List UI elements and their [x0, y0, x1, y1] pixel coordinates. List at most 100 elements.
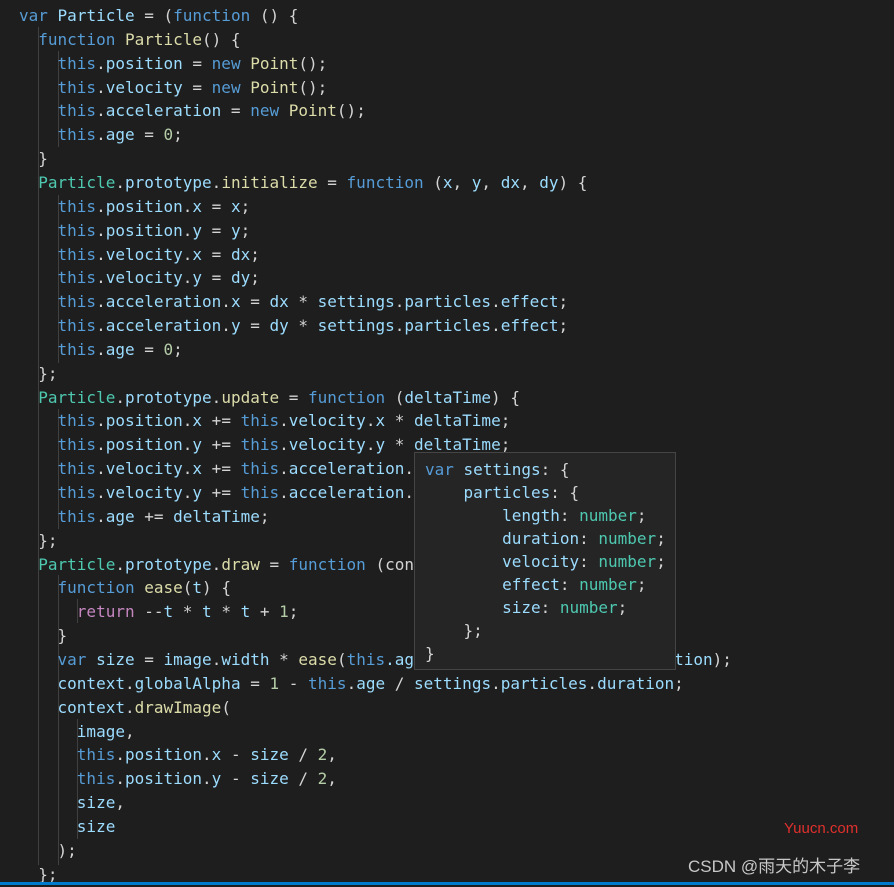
code-line[interactable]: this.velocity.x = dx;: [19, 243, 260, 267]
code-line[interactable]: image,: [19, 720, 135, 744]
code-line[interactable]: particles: {: [425, 481, 580, 504]
code-token: globalAlpha: [134, 673, 241, 693]
code-line[interactable]: this.position.x = x;: [19, 195, 251, 219]
code-token: *: [288, 316, 318, 336]
code-line[interactable]: this.position.y = y;: [19, 219, 251, 243]
code-line[interactable]: length: number;: [425, 504, 647, 527]
code-token: /: [385, 673, 415, 693]
code-token: :: [540, 598, 560, 617]
code-line[interactable]: Particle.prototype.draw = function (con: [19, 553, 414, 577]
code-line[interactable]: var settings: {: [425, 458, 570, 481]
code-line[interactable]: };: [19, 362, 57, 386]
code-token: +=: [134, 506, 174, 526]
code-token: this: [76, 769, 116, 789]
code-line[interactable]: this.age += deltaTime;: [19, 505, 270, 529]
code-line[interactable]: size: number;: [425, 596, 627, 619]
code-token: };: [425, 621, 483, 640]
code-line[interactable]: this.position.y - size / 2,: [19, 767, 337, 791]
code-token: ;: [259, 506, 270, 526]
code-line[interactable]: }: [425, 642, 435, 665]
code-line[interactable]: Particle.prototype.update = function (de…: [19, 386, 520, 410]
code-line[interactable]: this.age = 0;: [19, 338, 183, 362]
code-token: position: [105, 220, 183, 240]
code-token: update: [221, 387, 280, 407]
code-token: .ag: [385, 649, 415, 669]
code-token: prototype: [124, 172, 212, 192]
code-token: t: [240, 602, 251, 622]
code-line[interactable]: function ease(t) {: [19, 576, 231, 600]
code-line[interactable]: return --t * t * t + 1;: [19, 600, 299, 624]
watermark-site: Yuucn.com: [784, 820, 859, 837]
code-token: this: [346, 649, 386, 669]
code-token: context: [57, 697, 125, 717]
code-line[interactable]: this.age = 0;: [19, 123, 183, 147]
code-token: y: [192, 220, 203, 240]
code-token: t: [163, 602, 174, 622]
code-token: --: [134, 602, 164, 622]
code-line[interactable]: context.drawImage(: [19, 696, 231, 720]
code-token: t: [202, 602, 212, 622]
code-token: ease: [298, 649, 337, 669]
code-editor[interactable]: var Particle = (function () { function P…: [0, 0, 894, 884]
code-token: .: [96, 483, 106, 502]
code-line[interactable]: this.velocity.x += this.acceleration.: [19, 457, 414, 481]
code-token: this: [57, 125, 97, 145]
code-line[interactable]: }: [19, 624, 68, 648]
code-token: Point: [250, 77, 299, 97]
code-token: x: [375, 411, 386, 431]
code-line[interactable]: this.velocity.y = dy;: [19, 266, 260, 290]
code-line[interactable]: this.position = new Point();: [19, 52, 328, 76]
code-token: return: [76, 602, 135, 622]
code-line[interactable]: context.globalAlpha = 1 - this.age / set…: [19, 672, 684, 696]
code-line[interactable]: );: [19, 839, 77, 863]
code-token: .: [96, 268, 106, 288]
code-token: +=: [202, 435, 241, 455]
code-token: ();: [298, 53, 328, 73]
code-token: };: [19, 530, 58, 550]
code-token: settings: [463, 460, 541, 479]
code-token: this: [57, 53, 97, 73]
code-line[interactable]: this.position.x - size / 2,: [19, 743, 337, 767]
code-token: this: [57, 244, 97, 264]
code-token: .: [182, 435, 193, 455]
code-token: ;: [173, 125, 183, 145]
code-token: .: [211, 387, 222, 407]
code-line[interactable]: this.acceleration = new Point();: [19, 99, 366, 123]
code-line[interactable]: this.acceleration.y = dy * settings.part…: [19, 314, 569, 338]
code-token: this: [57, 268, 97, 288]
code-line[interactable]: };: [19, 529, 58, 553]
code-line[interactable]: var Particle = (function () {: [19, 4, 298, 28]
code-token: =: [240, 292, 270, 312]
code-token: .: [279, 483, 289, 502]
code-token: acceleration: [105, 316, 222, 336]
code-line[interactable]: }: [19, 147, 48, 171]
code-token: =: [202, 220, 231, 240]
code-token: .: [96, 339, 106, 359]
code-line[interactable]: duration: number;: [425, 527, 666, 550]
code-line[interactable]: this.velocity = new Point();: [19, 76, 328, 100]
code-line[interactable]: effect: number;: [425, 573, 647, 596]
code-token: =: [202, 196, 231, 216]
code-token: .: [96, 244, 106, 264]
code-token: .: [491, 292, 501, 312]
code-token: ) {: [202, 578, 231, 598]
code-line[interactable]: function Particle() {: [19, 28, 240, 52]
code-line[interactable]: this.acceleration.x = dx * settings.part…: [19, 290, 569, 314]
code-token: number: [559, 598, 618, 617]
code-token: var: [425, 460, 454, 479]
code-line[interactable]: this.velocity.y += this.acceleration.: [19, 481, 414, 505]
code-token: ;: [617, 598, 628, 617]
code-line[interactable]: velocity: number;: [425, 550, 666, 573]
code-token: settings: [317, 292, 395, 312]
code-line[interactable]: };: [425, 619, 483, 642]
code-line[interactable]: size,: [19, 791, 125, 815]
code-line[interactable]: size: [19, 815, 116, 839]
code-token: velocity: [105, 244, 183, 264]
code-line[interactable]: this.position.x += this.velocity.x * del…: [19, 409, 511, 433]
code-line[interactable]: Particle.prototype.initialize = function…: [19, 171, 587, 195]
code-token: .: [394, 316, 405, 336]
